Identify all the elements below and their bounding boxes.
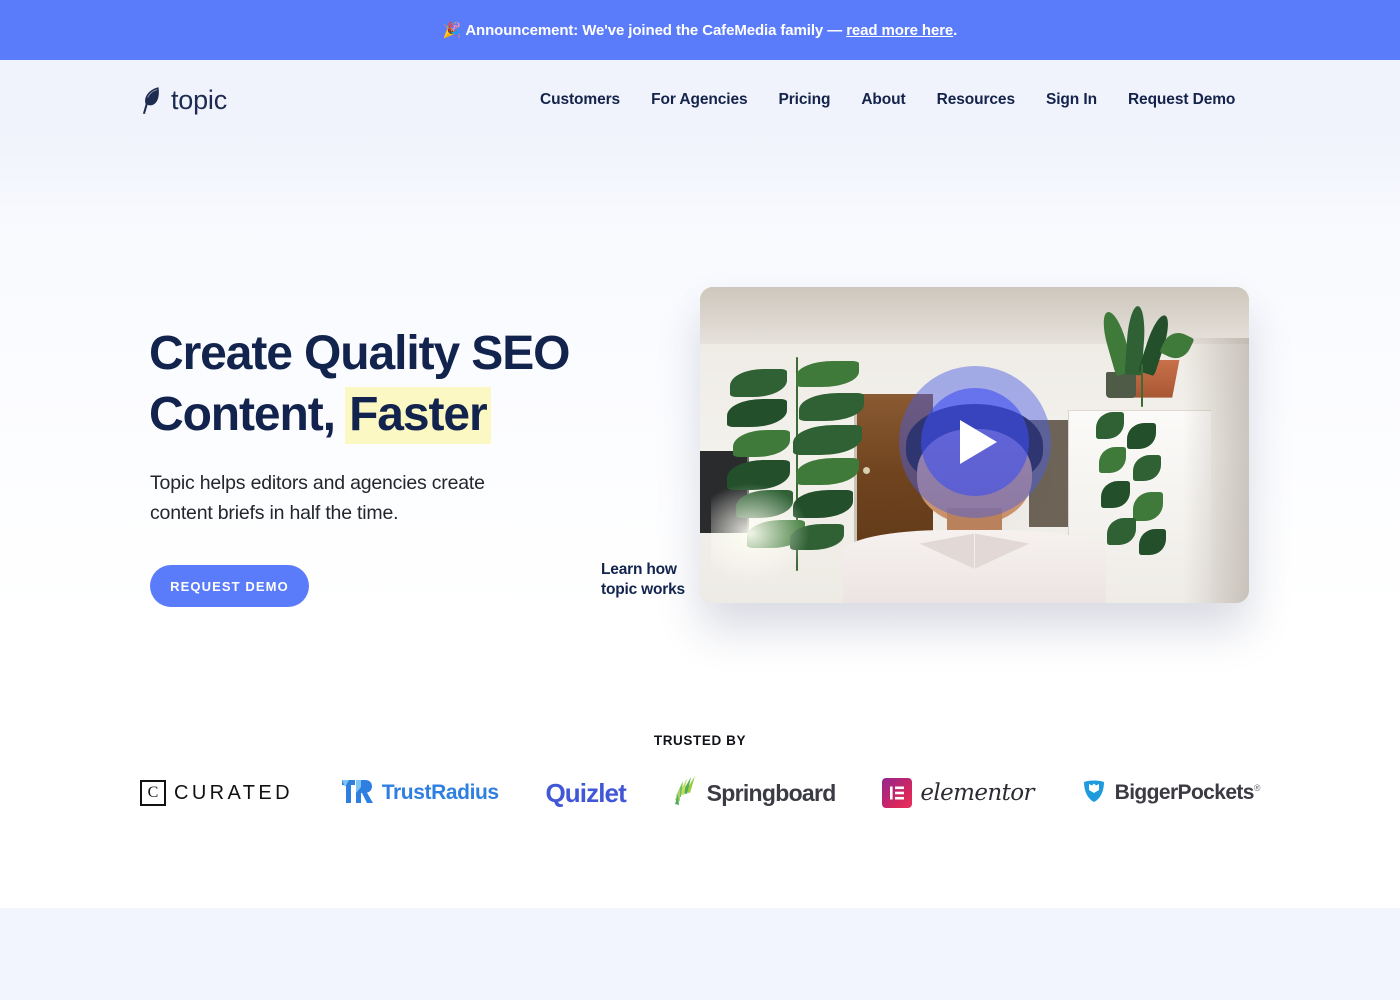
video-caption-line-2: topic works: [601, 581, 685, 598]
biggerpockets-word-text: BiggerPockets: [1114, 781, 1255, 804]
elementor-wordmark: elementor: [920, 780, 1034, 806]
headline-highlight: Faster: [345, 387, 491, 444]
trusted-by-label: TRUSTED BY: [653, 733, 747, 748]
video-window-glow: [710, 482, 810, 585]
logo-home-link[interactable]: topic: [140, 85, 227, 116]
hero-subheading: Topic helps editors and agencies create …: [150, 472, 485, 524]
announcement-message: Announcement: We've joined the CafeMedia…: [465, 22, 847, 39]
nav-item-pricing[interactable]: Pricing: [779, 85, 831, 115]
trustradius-wordmark: TrustRadius: [381, 781, 499, 804]
headline-line-1: Create Quality SEO: [149, 327, 570, 380]
feather-icon: [140, 85, 162, 115]
curated-mark-icon: C: [140, 780, 166, 806]
elementor-mark-icon: [882, 778, 913, 808]
announcement-read-more-link[interactable]: read more here: [846, 22, 953, 39]
headline-line-2: Content,: [149, 388, 348, 441]
announcement-period: .: [953, 22, 958, 39]
quizlet-wordmark: Quizlet: [545, 777, 626, 808]
brand-logo-curated[interactable]: C CURATED: [140, 770, 293, 816]
page-root: 🎉 Announcement: We've joined the CafeMedi…: [0, 0, 1400, 1000]
nav-item-resources[interactable]: Resources: [937, 85, 1015, 115]
trusted-by-logos: C CURATED TrustRadius Quizlet Springboar…: [140, 770, 1261, 816]
curated-wordmark: CURATED: [174, 781, 293, 804]
biggerpockets-wordmark: BiggerPockets®: [1114, 781, 1261, 805]
nav-item-about[interactable]: About: [861, 85, 905, 115]
play-icon: [959, 419, 997, 464]
video-person-shirt: [842, 530, 1107, 603]
registered-trademark-icon: ®: [1253, 783, 1261, 793]
hero-video-thumbnail[interactable]: [700, 287, 1249, 603]
video-wall-shadow: [1183, 337, 1249, 603]
request-demo-button[interactable]: REQUEST DEMO: [150, 565, 309, 607]
brand-logo-biggerpockets[interactable]: BiggerPockets®: [1081, 770, 1261, 816]
brand-logo-trustradius[interactable]: TrustRadius: [340, 770, 499, 816]
announcement-bar: 🎉 Announcement: We've joined the CafeMedi…: [0, 0, 1400, 60]
nav-item-for-agencies[interactable]: For Agencies: [651, 85, 748, 115]
biggerpockets-shield-icon: [1081, 777, 1107, 810]
nav-item-request-demo[interactable]: Request Demo: [1128, 85, 1235, 115]
nav-item-customers[interactable]: Customers: [540, 85, 620, 115]
brand-logo-springboard[interactable]: Springboard: [673, 770, 836, 816]
logo-text: topic: [171, 84, 228, 115]
video-caption[interactable]: Learn how topic works: [601, 560, 685, 600]
page-bottom-band: [0, 908, 1400, 1000]
brand-logo-quizlet[interactable]: Quizlet: [545, 770, 626, 816]
nav-links: Customers For Agencies Pricing About Res…: [540, 85, 1235, 115]
announcement-text: 🎉 Announcement: We've joined the CafeMedi…: [443, 21, 958, 39]
springboard-wordmark: Springboard: [706, 779, 837, 806]
main-navbar: topic Customers For Agencies Pricing Abo…: [0, 60, 1400, 140]
video-caption-line-1: Learn how: [601, 561, 677, 578]
party-popper-icon: 🎉: [442, 22, 462, 39]
page-title: Create Quality SEO Content, Faster: [149, 323, 709, 445]
trustradius-mark-icon: [340, 776, 374, 811]
brand-logo-elementor[interactable]: elementor: [882, 770, 1034, 816]
nav-item-sign-in[interactable]: Sign In: [1046, 85, 1097, 115]
springboard-mark-icon: [673, 775, 699, 812]
